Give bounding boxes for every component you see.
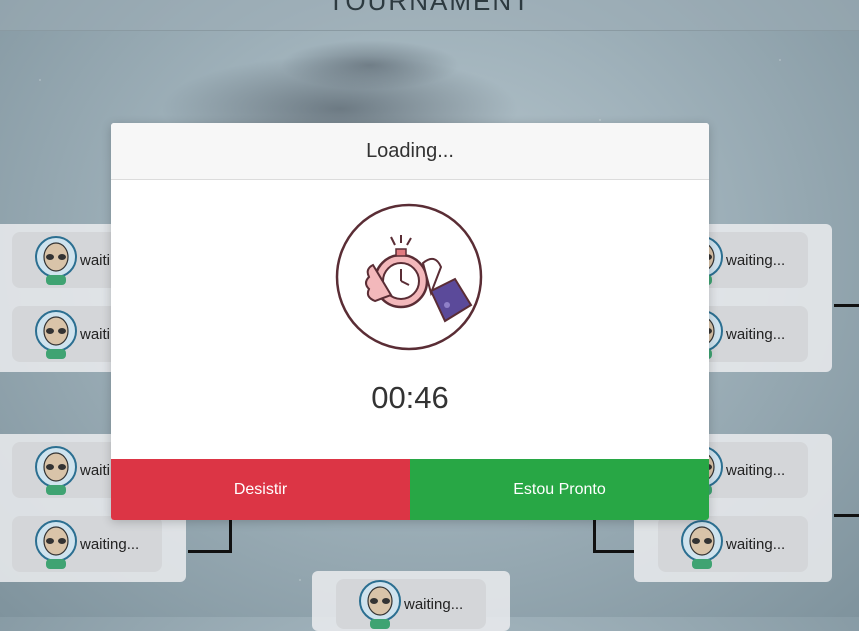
player-name: waiting... xyxy=(726,325,786,343)
player-slot: waiting... xyxy=(658,516,808,572)
ready-button[interactable]: Estou Pronto xyxy=(410,459,709,520)
countdown-timer: 00:46 xyxy=(371,380,449,415)
modal-title: Loading... xyxy=(111,123,709,180)
quit-button[interactable]: Desistir xyxy=(111,459,410,520)
bracket-connector xyxy=(593,520,596,553)
player-slot: waiting... xyxy=(12,516,162,572)
stopwatch-hand-icon xyxy=(335,203,483,351)
player-name: waiting... xyxy=(726,461,786,479)
top-bar: TOURNAMENT xyxy=(0,0,859,31)
alien-avatar-icon xyxy=(35,310,77,359)
background-ufo-dome xyxy=(280,40,460,90)
alien-avatar-icon xyxy=(359,580,401,629)
alien-avatar-icon xyxy=(35,446,77,495)
alien-avatar-icon xyxy=(681,520,723,569)
ready-check-modal: Loading... 00:46 Desistir Estou Pronto xyxy=(111,123,709,520)
alien-avatar-icon xyxy=(35,236,77,285)
bracket-connector xyxy=(834,514,859,517)
bracket-connector xyxy=(188,550,232,553)
bracket-connector xyxy=(834,304,859,307)
bracket-connector xyxy=(593,550,634,553)
alien-avatar-icon xyxy=(35,520,77,569)
player-name: waiting... xyxy=(726,251,786,269)
page-title: TOURNAMENT xyxy=(328,0,531,16)
player-slot: waiting... xyxy=(336,579,486,629)
bracket-connector xyxy=(229,520,232,553)
player-name: waiting... xyxy=(726,535,786,553)
player-name: waiting... xyxy=(404,595,464,613)
player-name: waiting... xyxy=(80,535,140,553)
